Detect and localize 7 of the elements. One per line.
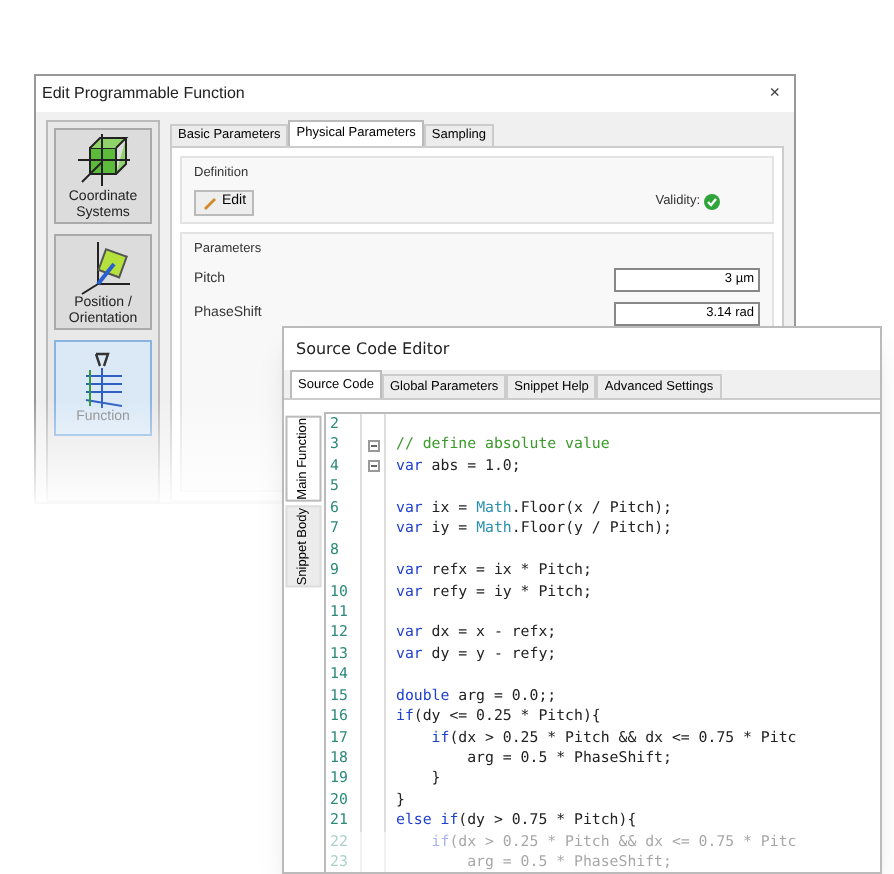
cube-icon bbox=[73, 130, 133, 190]
close-button[interactable]: × bbox=[761, 80, 788, 108]
pencil-icon bbox=[202, 194, 218, 211]
window-title: Edit Programmable Function bbox=[42, 82, 245, 106]
fold-icon[interactable] bbox=[367, 439, 379, 452]
fold-icon[interactable] bbox=[367, 460, 379, 473]
window-title: Source Code Editor bbox=[296, 337, 450, 361]
